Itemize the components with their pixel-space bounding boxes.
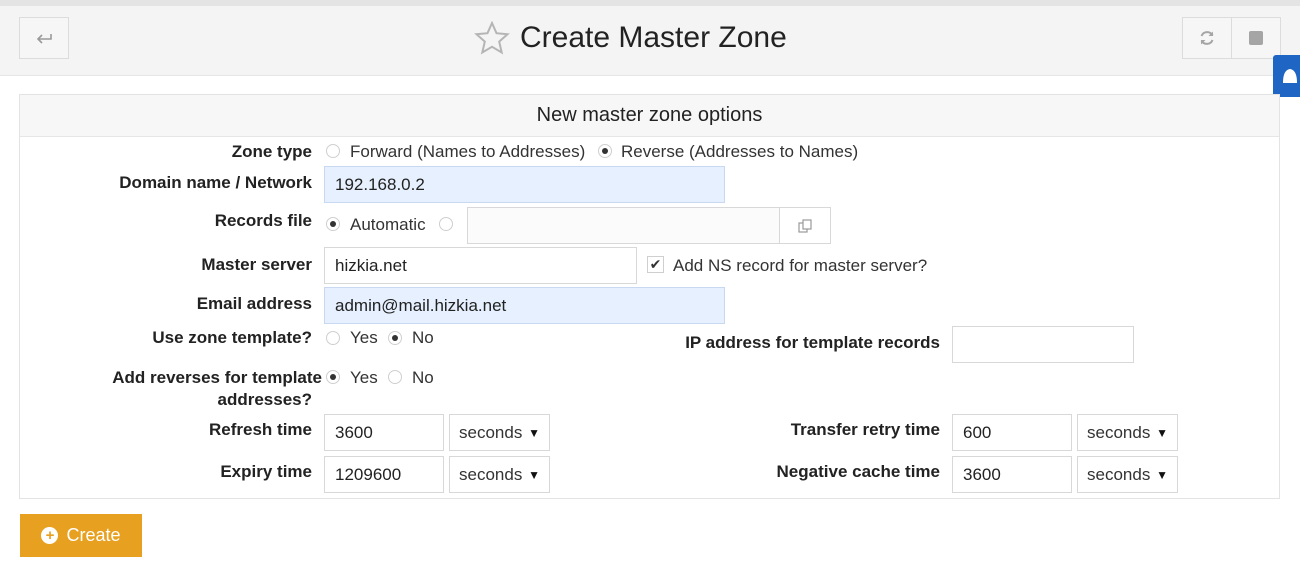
zone-type-forward-label: Forward (Names to Addresses) (350, 142, 586, 161)
expiry-time-label: Expiry time (220, 462, 312, 481)
records-file-automatic-label: Automatic (350, 215, 426, 234)
page-header: Create Master Zone (0, 6, 1300, 76)
negative-cache-input[interactable]: 3600 (952, 456, 1072, 493)
use-template-yes-label: Yes (350, 328, 378, 347)
records-file-custom-radio[interactable] (439, 217, 453, 231)
file-chooser-button[interactable] (779, 207, 831, 244)
create-button[interactable]: + Create (20, 514, 142, 557)
zone-type-reverse-radio[interactable] (598, 144, 612, 158)
side-tab[interactable] (1273, 55, 1300, 97)
plus-circle-icon: + (41, 527, 59, 544)
add-reverses-label-line2: addresses? (217, 390, 313, 409)
zone-type-label: Zone type (231, 142, 312, 161)
create-button-label: Create (66, 525, 121, 545)
master-server-label: Master server (201, 255, 312, 274)
use-template-yes-radio[interactable] (326, 331, 340, 345)
add-reverses-no-radio[interactable] (388, 370, 402, 384)
negative-cache-unit-value: seconds (1087, 464, 1151, 484)
arrow-return-icon (36, 34, 52, 44)
chevron-down-icon: ▼ (1156, 425, 1168, 440)
expiry-time-unit-value: seconds (459, 464, 523, 484)
use-template-no-label: No (412, 328, 434, 347)
negative-cache-label: Negative cache time (776, 462, 940, 481)
master-server-input[interactable]: hizkia.net (324, 247, 637, 284)
add-reverses-yes-label: Yes (350, 368, 378, 387)
ip-template-label: IP address for template records (685, 333, 940, 352)
ip-template-input[interactable] (952, 326, 1134, 363)
transfer-retry-unit-select[interactable]: seconds ▼ (1077, 414, 1178, 451)
domain-input[interactable]: 192.168.0.2 (324, 166, 725, 203)
transfer-retry-input[interactable]: 600 (952, 414, 1072, 451)
email-label: Email address (196, 294, 312, 313)
back-button[interactable] (19, 17, 69, 59)
bell-icon (1283, 69, 1297, 83)
stop-square-icon (1249, 31, 1263, 45)
refresh-time-label: Refresh time (209, 420, 312, 439)
file-chooser-icon (798, 218, 812, 233)
refresh-button[interactable] (1182, 17, 1232, 59)
transfer-retry-label: Transfer retry time (790, 420, 940, 439)
domain-label: Domain name / Network (119, 173, 312, 192)
add-ns-label: Add NS record for master server? (673, 256, 928, 275)
refresh-icon (1200, 31, 1214, 45)
refresh-time-unit-value: seconds (459, 422, 523, 442)
use-template-no-radio[interactable] (388, 331, 402, 345)
add-ns-checkbox[interactable]: ✔ (647, 256, 664, 273)
transfer-retry-unit-value: seconds (1087, 422, 1151, 442)
expiry-time-input[interactable]: 1209600 (324, 456, 444, 493)
chevron-down-icon: ▼ (1156, 467, 1168, 482)
records-file-label: Records file (214, 211, 312, 230)
star-outline-icon[interactable] (474, 21, 510, 55)
expiry-time-unit-select[interactable]: seconds ▼ (449, 456, 550, 493)
chevron-down-icon: ▼ (528, 425, 540, 440)
zone-type-forward-radio[interactable] (326, 144, 340, 158)
records-file-automatic-radio[interactable] (326, 217, 340, 231)
page-title: Create Master Zone (520, 21, 787, 54)
negative-cache-unit-select[interactable]: seconds ▼ (1077, 456, 1178, 493)
records-file-path-input[interactable] (467, 207, 780, 244)
refresh-time-unit-select[interactable]: seconds ▼ (449, 414, 550, 451)
zone-type-reverse-label: Reverse (Addresses to Names) (621, 142, 859, 161)
panel-heading: New master zone options (20, 95, 1279, 137)
chevron-down-icon: ▼ (528, 467, 540, 482)
add-reverses-yes-radio[interactable] (326, 370, 340, 384)
stop-button[interactable] (1231, 17, 1281, 59)
use-template-label: Use zone template? (152, 328, 312, 347)
add-reverses-no-label: No (412, 368, 434, 387)
add-reverses-label-line1: Add reverses for template (112, 368, 322, 387)
refresh-time-input[interactable]: 3600 (324, 414, 444, 451)
email-input[interactable]: admin@mail.hizkia.net (324, 287, 725, 324)
title-area: Create Master Zone (474, 16, 787, 60)
